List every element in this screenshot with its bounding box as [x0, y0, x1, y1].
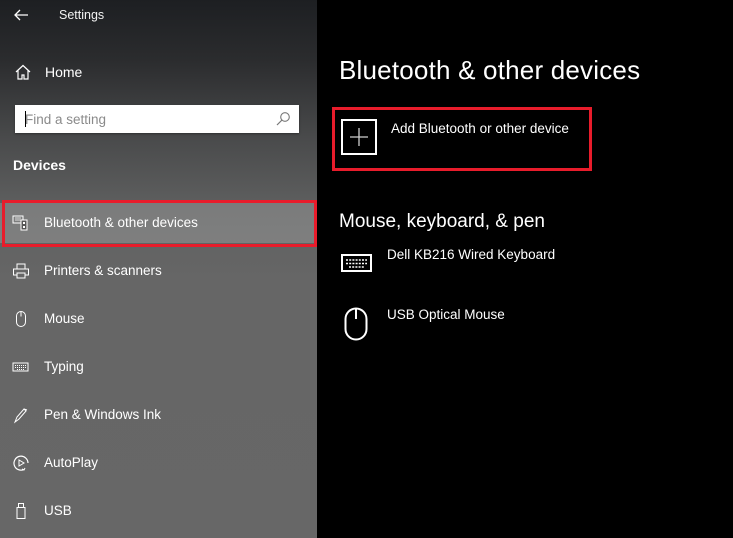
sidebar-item-autoplay[interactable]: AutoPlay [0, 443, 317, 483]
mouse-icon [12, 310, 30, 328]
printer-icon [12, 262, 30, 280]
app-title: Settings [59, 8, 105, 22]
title-bar: Settings [0, 0, 317, 32]
sidebar-item-label: AutoPlay [44, 455, 99, 470]
sidebar-item-label: Mouse [44, 311, 85, 326]
bluetooth-devices-icon [12, 214, 30, 232]
section-title-input-devices: Mouse, keyboard, & pen [339, 211, 545, 232]
add-device-label: Add Bluetooth or other device [391, 121, 569, 136]
sidebar-item-pen[interactable]: Pen & Windows Ink [0, 395, 317, 435]
sidebar-item-label: Printers & scanners [44, 263, 162, 278]
back-arrow-icon[interactable] [12, 6, 30, 24]
search-box[interactable] [15, 105, 299, 133]
device-name: Dell KB216 Wired Keyboard [387, 247, 556, 262]
sidebar-item-label: Pen & Windows Ink [44, 407, 162, 422]
home-icon [14, 63, 32, 81]
page-title: Bluetooth & other devices [339, 55, 641, 85]
mouse-icon [344, 307, 368, 346]
keyboard-icon [341, 253, 373, 278]
sidebar-item-label: USB [44, 503, 72, 518]
sidebar-item-mouse[interactable]: Mouse [0, 299, 317, 339]
add-device-button[interactable]: Add Bluetooth or other device [341, 118, 593, 158]
section-title: Devices [13, 157, 66, 173]
sidebar-item-bluetooth[interactable]: Bluetooth & other devices [0, 203, 317, 243]
usb-icon [12, 502, 30, 520]
keyboard-icon [12, 358, 30, 376]
home-label: Home [45, 64, 83, 80]
pen-icon [12, 406, 30, 424]
sidebar-item-label: Typing [44, 359, 84, 374]
add-icon [341, 119, 377, 155]
sidebar-item-printers[interactable]: Printers & scanners [0, 251, 317, 291]
main-content: Bluetooth & other devices Add Bluetooth … [317, 0, 733, 538]
device-item-mouse[interactable]: USB Optical Mouse [339, 307, 719, 357]
sidebar-item-typing[interactable]: Typing [0, 347, 317, 387]
autoplay-icon [12, 454, 30, 472]
home-nav-item[interactable]: Home [0, 58, 317, 88]
search-input[interactable] [25, 105, 265, 133]
sidebar-item-usb[interactable]: USB [0, 491, 317, 531]
search-icon[interactable] [275, 111, 291, 127]
sidebar-item-label: Bluetooth & other devices [44, 215, 198, 230]
device-name: USB Optical Mouse [387, 307, 505, 322]
sidebar: Settings Home Devices Bluetooth & other … [0, 0, 317, 538]
device-item-keyboard[interactable]: Dell KB216 Wired Keyboard [339, 247, 719, 297]
